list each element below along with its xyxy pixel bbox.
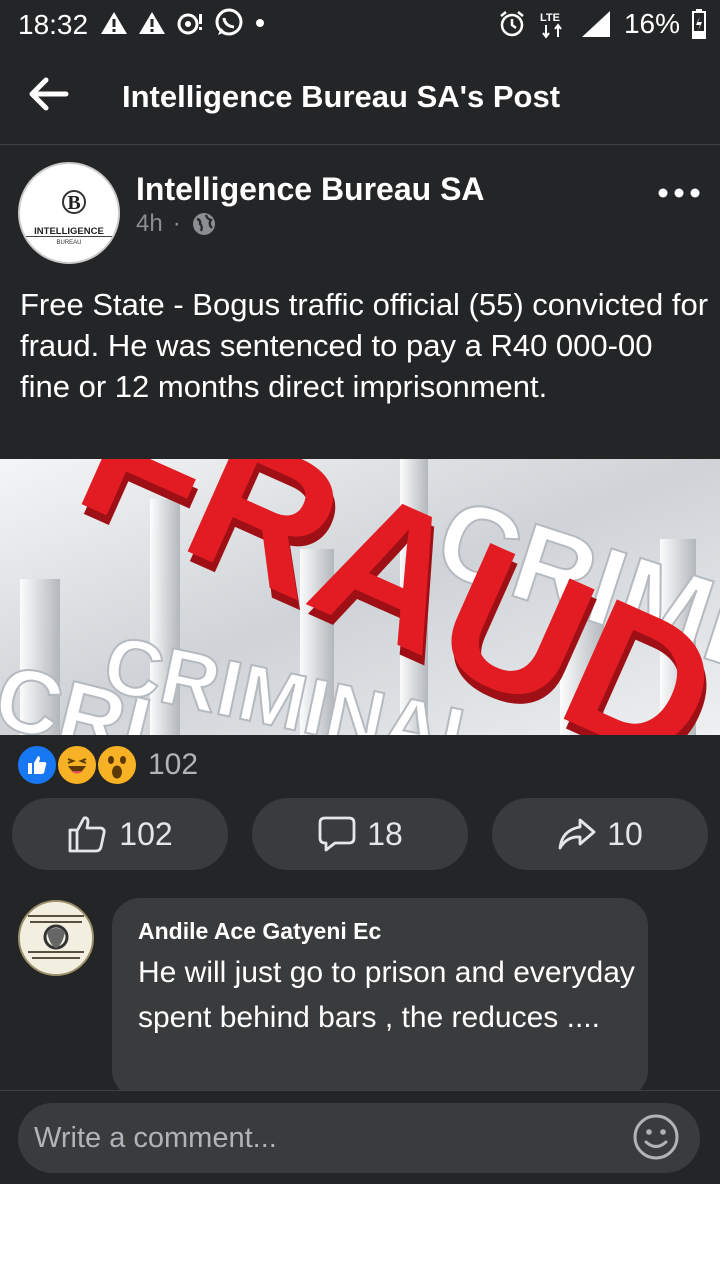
comment-count: 18 (367, 815, 403, 852)
signal-icon (581, 11, 610, 37)
more-options-icon[interactable] (656, 178, 702, 208)
emoji-icon[interactable] (632, 1113, 680, 1161)
svg-text:B: B (67, 192, 80, 214)
fraud-word-cloud-image: CRIME CRIMINAL CRI FRAUD FRAUD (0, 459, 720, 735)
share-count: 10 (607, 815, 643, 852)
svg-text:LTE: LTE (540, 12, 560, 24)
comment-text: He will just go to prison and everyday s… (138, 956, 635, 1034)
page-avatar[interactable]: B INTELLIGENCE BUREAU (18, 162, 120, 264)
globe-icon (192, 213, 215, 235)
svg-text:INTELLIGENCE: INTELLIGENCE (34, 226, 104, 237)
comment-author[interactable]: Andile Ace Gatyeni Ec (138, 918, 381, 945)
like-button[interactable]: 102 (12, 798, 228, 870)
share-button[interactable]: 10 (492, 798, 708, 870)
battery-charging-icon (692, 9, 706, 39)
comment-composer (0, 1090, 720, 1184)
comment-bubble[interactable]: Andile Ace Gatyeni Ec He will just go to… (112, 898, 648, 1098)
battery-percent: 16% (623, 8, 680, 39)
thumbs-up-icon (68, 816, 106, 853)
dot-icon (256, 19, 264, 27)
commenter-avatar[interactable] (18, 900, 94, 976)
post-image[interactable]: CRIME CRIMINAL CRI FRAUD FRAUD (0, 459, 720, 735)
status-system-icons: LTE 16% (498, 8, 706, 40)
like-reaction-icon (16, 744, 58, 786)
svg-text:BUREAU: BUREAU (56, 240, 81, 246)
post-header-bar: Intelligence Bureau SA's Post (0, 50, 720, 145)
lte-icon: LTE (540, 12, 562, 39)
facebook-app: 18:32 LTE 16% Intelligence Bureau SA's P… (0, 0, 720, 1184)
warning-icon (139, 12, 165, 34)
notification-icon (177, 13, 202, 35)
warning-icon (101, 12, 127, 34)
post-author-name[interactable]: Intelligence Bureau SA (136, 171, 485, 208)
comment-input[interactable] (18, 1103, 700, 1173)
status-bar: 18:32 LTE 16% (0, 0, 720, 50)
post-time[interactable]: 4h (136, 210, 163, 238)
page-title: Intelligence Bureau SA's Post (122, 79, 561, 114)
status-time: 18:32 (18, 9, 89, 40)
haha-reaction-icon (56, 744, 98, 786)
back-arrow-icon[interactable] (26, 74, 70, 114)
alarm-icon (500, 11, 524, 37)
post-text: Free State - Bogus traffic official (55)… (20, 287, 709, 404)
commenter-avatar-image (20, 902, 92, 974)
status-notification-icons (100, 8, 266, 38)
wow-reaction-icon (96, 744, 138, 786)
intelligence-bureau-logo: B INTELLIGENCE BUREAU (24, 190, 114, 246)
share-arrow-icon (558, 818, 596, 850)
reaction-summary[interactable]: 102 (16, 744, 198, 786)
comment-button[interactable]: 18 (252, 798, 468, 870)
meta-separator: · (172, 210, 181, 237)
reaction-count: 102 (148, 748, 199, 781)
like-count: 102 (119, 815, 173, 852)
post-meta: 4h · (136, 210, 217, 238)
comment-bubble-icon (318, 816, 356, 852)
whatsapp-icon (215, 8, 243, 36)
